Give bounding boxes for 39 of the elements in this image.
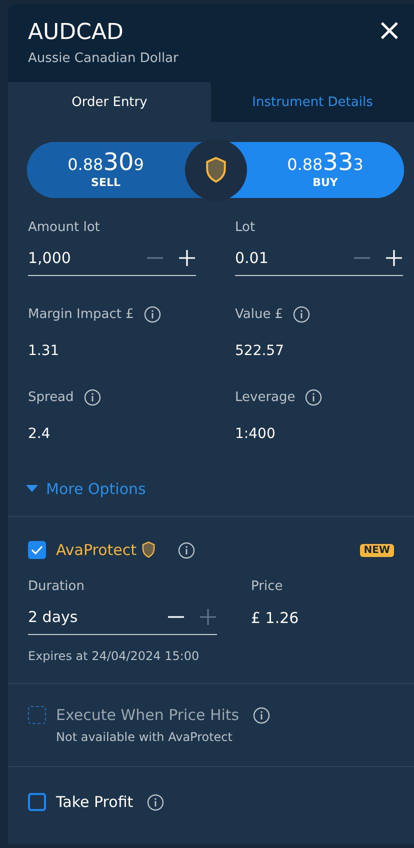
symbol-title: AUDCAD <box>28 19 124 47</box>
info-icon[interactable] <box>305 389 322 406</box>
more-options-link[interactable]: More Options <box>26 480 414 498</box>
field-label: Price <box>251 579 284 594</box>
info-icon[interactable] <box>293 306 310 323</box>
caret-icon <box>26 485 38 493</box>
stat-label: Value £ <box>235 307 284 322</box>
info-icon[interactable] <box>84 389 101 406</box>
stat-label: Spread <box>28 390 74 405</box>
stat-value: 1:400 <box>235 426 276 442</box>
checkbox[interactable] <box>28 793 46 811</box>
expiry-text: Expires at 24/04/2024 15:00 <box>28 649 200 663</box>
checkbox[interactable] <box>28 541 46 559</box>
price-value: £ 1.26 <box>251 608 300 626</box>
info-icon[interactable] <box>144 306 161 323</box>
stat-label: Margin Impact £ <box>28 307 134 322</box>
close-button[interactable]: × <box>372 16 406 46</box>
check-icon <box>31 545 43 555</box>
field-label: Lot <box>235 220 256 235</box>
tab[interactable]: Instrument Details <box>211 82 414 122</box>
option-note: Not available with AvaProtect <box>56 730 234 744</box>
field-label: Amount lot <box>28 220 101 235</box>
stat-value: 522.57 <box>235 343 285 359</box>
shield-icon <box>204 156 228 184</box>
stat-value: 1.31 <box>28 343 60 359</box>
stepper-field[interactable]: 2 days <box>28 600 217 635</box>
field-label: Duration <box>28 579 86 594</box>
new-badge: NEW <box>360 544 394 556</box>
stat-value: 2.4 <box>28 426 52 442</box>
stat-label: Leverage <box>235 390 296 405</box>
ava-protect-label: AvaProtect <box>56 541 136 559</box>
info-icon[interactable] <box>147 794 164 810</box>
tab[interactable]: Order Entry <box>8 82 211 122</box>
option-label: Take Profit <box>56 793 134 811</box>
info-icon[interactable] <box>253 706 270 724</box>
option-label: Execute When Price Hits <box>56 706 240 724</box>
shield-icon <box>140 541 156 559</box>
info-icon[interactable] <box>178 542 194 558</box>
instrument-name: Aussie Canadian Dollar <box>28 51 180 66</box>
